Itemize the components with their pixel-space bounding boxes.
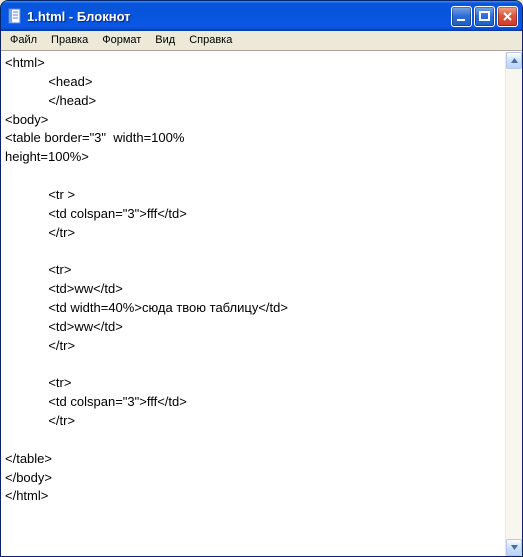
menu-help[interactable]: Справка (182, 31, 239, 50)
text-editor[interactable]: <html> <head> </head> <body> <table bord… (1, 52, 505, 556)
scroll-track[interactable] (506, 69, 522, 539)
vertical-scrollbar[interactable] (505, 52, 522, 556)
scroll-up-button[interactable] (506, 52, 522, 69)
window-controls (451, 6, 518, 27)
editor-area: <html> <head> </head> <body> <table bord… (1, 51, 522, 556)
titlebar[interactable]: 1.html - Блокнот (1, 1, 522, 31)
menu-file[interactable]: Файл (3, 31, 44, 50)
minimize-button[interactable] (451, 6, 472, 27)
close-button[interactable] (497, 6, 518, 27)
notepad-window: 1.html - Блокнот Файл Правка Формат Вид … (0, 0, 523, 557)
window-title: 1.html - Блокнот (27, 9, 451, 24)
scroll-down-button[interactable] (506, 539, 522, 556)
menubar: Файл Правка Формат Вид Справка (1, 31, 522, 51)
notepad-icon (7, 8, 23, 24)
menu-edit[interactable]: Правка (44, 31, 95, 50)
maximize-button[interactable] (474, 6, 495, 27)
menu-view[interactable]: Вид (148, 31, 182, 50)
menu-format[interactable]: Формат (95, 31, 148, 50)
